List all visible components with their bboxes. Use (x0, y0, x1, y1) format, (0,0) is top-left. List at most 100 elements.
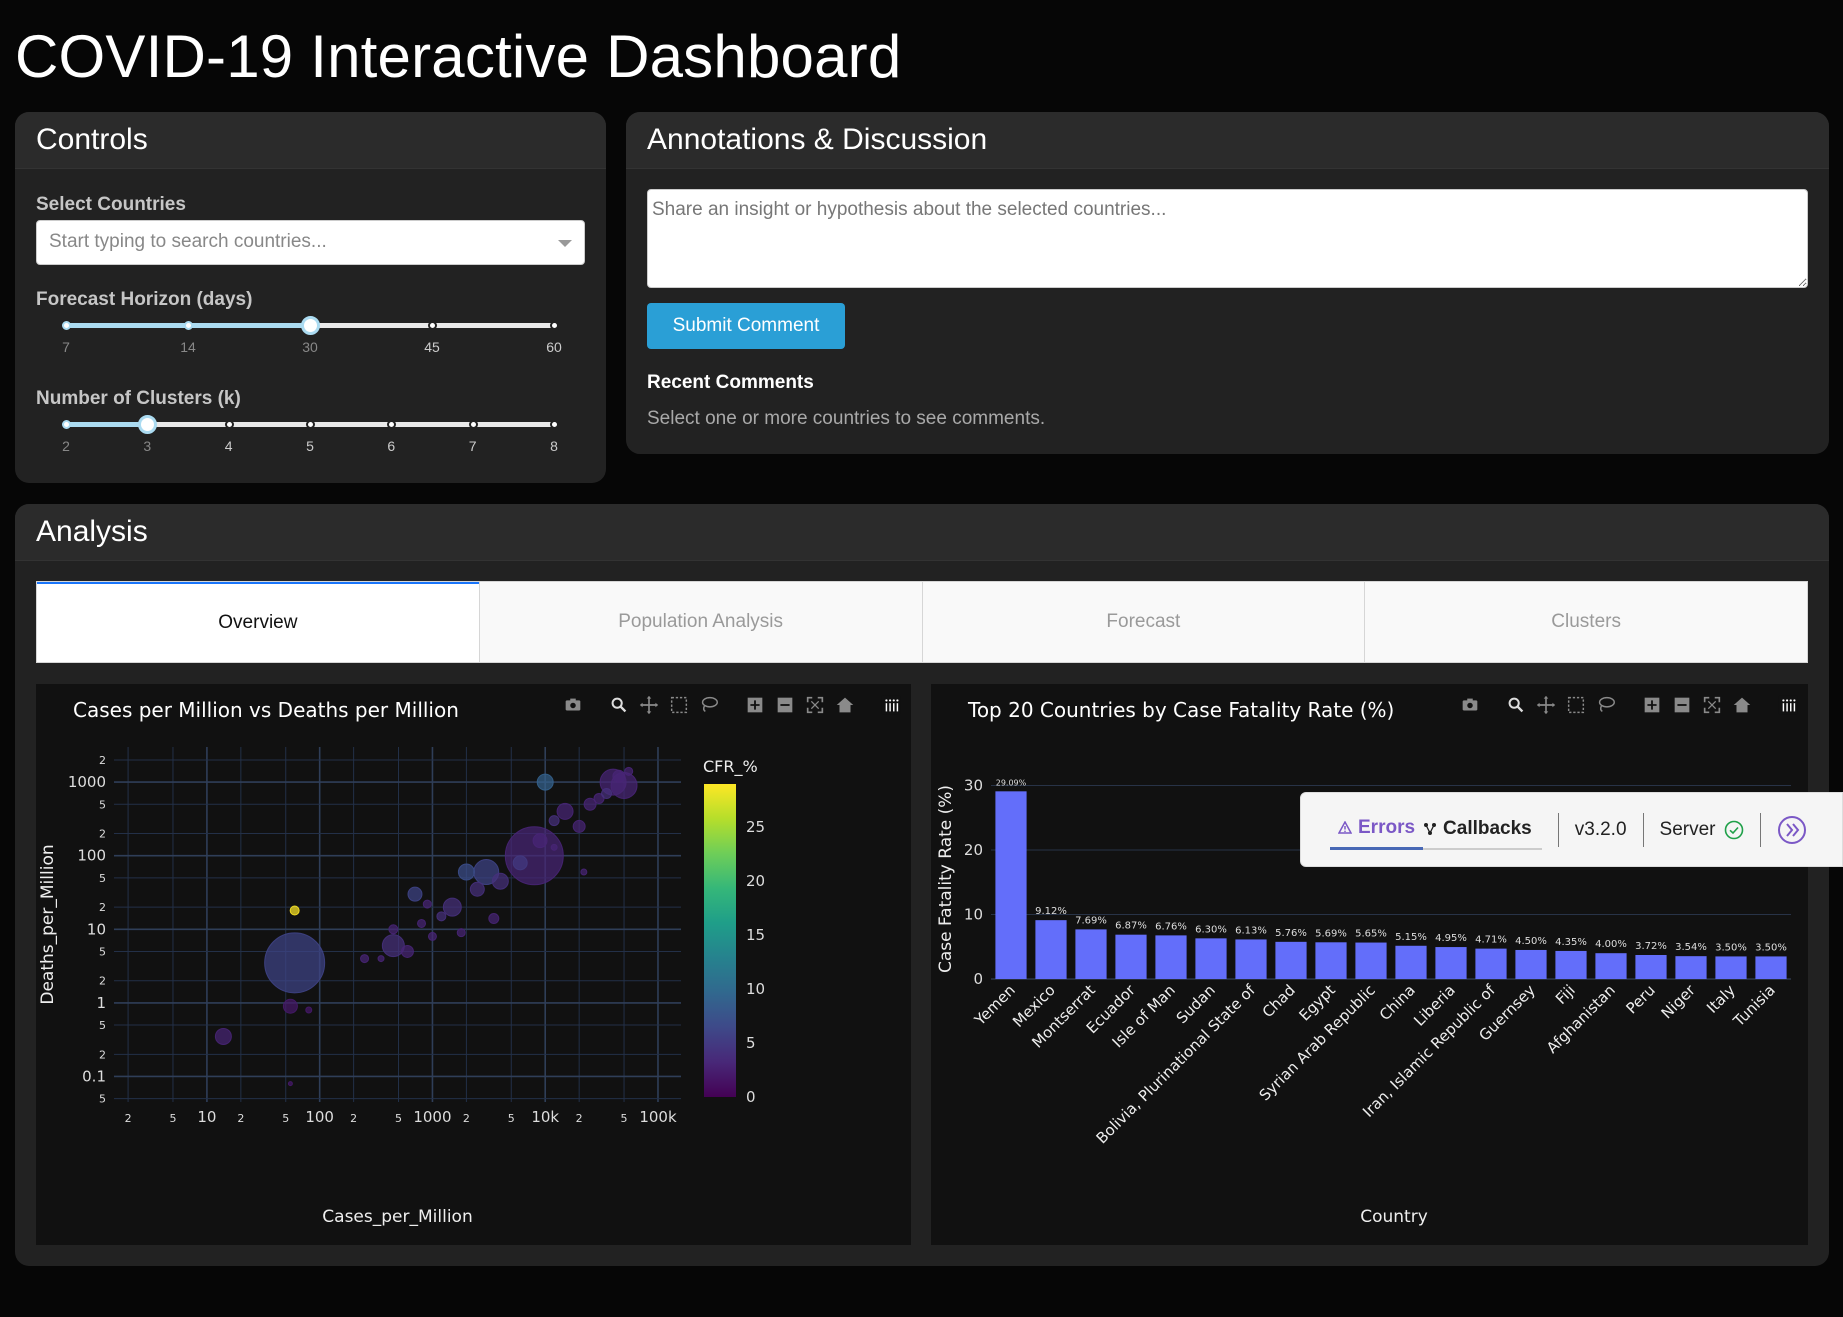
clusters-slider-mark-label[interactable]: 7 (469, 438, 477, 454)
tab-population-analysis[interactable]: Population Analysis (478, 582, 922, 662)
bar[interactable] (1155, 935, 1187, 979)
scatter-point[interactable] (417, 918, 427, 928)
scatter-point[interactable] (601, 788, 613, 800)
scatter-point[interactable] (264, 932, 326, 994)
bar[interactable] (1315, 942, 1347, 979)
forecast-slider-mark-label[interactable]: 30 (302, 339, 318, 355)
scatter-point[interactable] (305, 1006, 313, 1014)
forecast-slider-step-dot[interactable] (428, 321, 437, 330)
scatter-plot[interactable]: Cases per Million vs Deaths per Million 2… (36, 684, 911, 1245)
forecast-slider-mark-label[interactable]: 60 (546, 339, 562, 355)
scatter-point[interactable] (469, 881, 485, 897)
clusters-slider-step-dot[interactable] (306, 420, 315, 429)
bar[interactable] (1355, 942, 1387, 979)
zoom-icon[interactable] (607, 694, 631, 716)
scatter-point[interactable] (550, 843, 558, 851)
autoscale-icon[interactable] (1700, 694, 1724, 716)
scatter-point[interactable] (556, 802, 574, 820)
scatter-point[interactable] (536, 773, 554, 791)
bar[interactable] (1075, 929, 1107, 979)
scatter-point[interactable] (488, 913, 500, 925)
lasso-icon[interactable] (1594, 694, 1618, 716)
zoom-in-icon[interactable] (1640, 694, 1664, 716)
clusters-slider-step-dot[interactable] (387, 420, 397, 429)
pan-icon[interactable] (637, 694, 661, 716)
scatter-point[interactable] (504, 826, 564, 886)
pan-icon[interactable] (1534, 694, 1558, 716)
scatter-point[interactable] (377, 955, 385, 963)
scatter-point[interactable] (436, 911, 447, 922)
bar[interactable] (1035, 920, 1067, 979)
scatter-point[interactable] (457, 863, 475, 881)
scatter-point[interactable] (580, 868, 588, 876)
bar[interactable] (1115, 934, 1147, 979)
scatter-point[interactable] (532, 833, 548, 849)
lasso-icon[interactable] (697, 694, 721, 716)
bar[interactable] (1755, 956, 1787, 979)
autoscale-icon[interactable] (803, 694, 827, 716)
tab-overview[interactable]: Overview (37, 582, 479, 662)
bar-plot[interactable]: Top 20 Countries by Case Fatality Rate (… (931, 684, 1808, 1245)
scatter-point[interactable] (381, 934, 405, 958)
tab-clusters[interactable]: Clusters (1364, 582, 1807, 662)
zoom-out-icon[interactable] (1670, 694, 1694, 716)
scatter-point[interactable] (442, 897, 462, 917)
callbacks-tab[interactable]: Callbacks (1423, 810, 1542, 850)
bar[interactable] (1275, 941, 1307, 979)
comment-textarea[interactable] (647, 189, 1808, 288)
scatter-point[interactable] (287, 1081, 293, 1087)
scatter-point[interactable] (388, 924, 399, 935)
scatter-point[interactable] (512, 855, 528, 871)
scatter-point[interactable] (422, 899, 432, 909)
clusters-slider-mark-label[interactable]: 5 (306, 438, 314, 454)
bar-chart-svg[interactable]: Top 20 Countries by Case Fatality Rate (… (931, 684, 1808, 1245)
forecast-slider-step-dot[interactable] (184, 321, 193, 330)
scatter-point[interactable] (407, 886, 423, 902)
scatter-point[interactable] (572, 819, 586, 833)
bar[interactable] (1595, 953, 1627, 979)
bar[interactable] (1635, 955, 1667, 979)
scatter-point[interactable] (400, 944, 414, 958)
scatter-point[interactable] (282, 998, 298, 1014)
plotly-logo-icon[interactable] (879, 694, 903, 716)
scatter-point[interactable] (427, 931, 437, 941)
reset-axes-icon[interactable] (1730, 694, 1754, 716)
forecast-slider-mark-label[interactable]: 14 (180, 339, 196, 355)
zoom-out-icon[interactable] (773, 694, 797, 716)
clusters-slider-step-dot[interactable] (550, 420, 559, 429)
bar[interactable] (1195, 938, 1227, 979)
clusters-slider-step-dot[interactable] (468, 420, 478, 429)
reset-axes-icon[interactable] (833, 694, 857, 716)
scatter-point[interactable] (289, 905, 300, 916)
clusters-slider-mark-label[interactable]: 3 (143, 438, 151, 454)
box-select-icon[interactable] (1564, 694, 1588, 716)
scatter-point[interactable] (456, 928, 466, 938)
scatter-point[interactable] (548, 815, 560, 827)
clusters-slider-step-dot[interactable] (62, 420, 71, 429)
clusters-slider-step-dot[interactable] (224, 420, 234, 429)
plotly-logo-icon[interactable] (1776, 694, 1800, 716)
bar[interactable] (1555, 950, 1587, 979)
chevron-down-icon[interactable] (558, 240, 572, 247)
bar[interactable] (1715, 956, 1747, 979)
bar[interactable] (1235, 939, 1267, 979)
bar[interactable] (1675, 956, 1707, 979)
camera-icon[interactable] (1458, 694, 1482, 716)
scatter-point[interactable] (624, 766, 634, 776)
submit-comment-button[interactable]: Submit Comment (647, 303, 845, 349)
scatter-point[interactable] (491, 872, 509, 890)
scatter-point[interactable] (612, 769, 626, 783)
forecast-slider-mark-label[interactable]: 7 (62, 339, 70, 355)
errors-tab[interactable]: Errors (1330, 810, 1424, 850)
clusters-slider[interactable]: 2 3 4 5 6 7 8 (62, 414, 559, 454)
clusters-slider-mark-label[interactable]: 2 (62, 438, 70, 454)
box-select-icon[interactable] (667, 694, 691, 716)
clusters-slider-mark-label[interactable]: 4 (225, 438, 233, 454)
scatter-point[interactable] (214, 1027, 232, 1045)
bar[interactable] (1395, 945, 1427, 979)
clusters-slider-mark-label[interactable]: 6 (387, 438, 395, 454)
bar[interactable] (1435, 947, 1467, 979)
bar[interactable] (995, 791, 1027, 979)
clusters-slider-handle[interactable] (138, 415, 158, 434)
bar[interactable] (1475, 948, 1507, 979)
